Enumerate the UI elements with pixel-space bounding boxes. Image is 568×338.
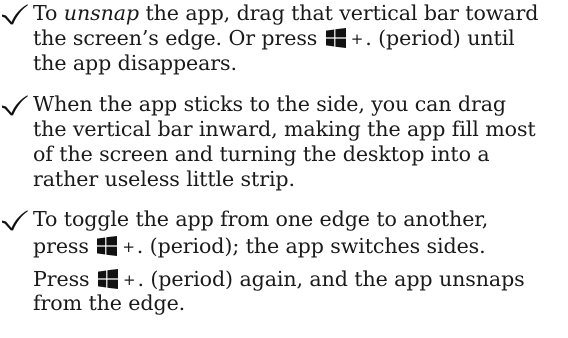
plus-sign: + [350,30,364,48]
bullet-line: the vertical bar inward, making the app … [33,117,536,141]
text-run: press [33,234,89,258]
emphasis-text: unsnap [63,1,140,25]
check-mark-icon [1,209,28,231]
bullet-line: To unsnap the app, drag that vertical ba… [33,0,538,26]
text-run: the screen’s edge. Or press [33,26,318,50]
document-page: To unsnap the app, drag that vertical ba… [0,0,568,338]
paragraph-line: from the edge. [33,291,186,315]
text-run: the app, drag that vertical bar toward [139,1,539,25]
paragraph-line: Press +. (period) again, and the app uns… [33,266,525,293]
bullet-line: When the app sticks to the side, you can… [33,92,507,116]
text-run: . (period); the app switches sides. [136,234,486,258]
windows-key-icon [98,269,118,289]
bullet-line: rather useless little strip. [33,167,295,191]
bullet-line: the app disappears. [33,50,237,76]
bullet-line: of the screen and turning the desktop in… [33,142,490,166]
check-mark-icon [1,3,28,25]
bullet-line: press +. (period); the app switches side… [33,233,486,260]
text-run: . (period) again, and the app unsnaps [137,267,525,291]
text-run: Press [33,267,90,291]
windows-key-icon [326,28,346,48]
plus-sign: + [122,271,136,289]
check-mark-icon [1,94,28,116]
text-run: the app disappears. [33,51,237,75]
bullet-line: To toggle the app from one edge to anoth… [33,207,489,231]
text-run: To [33,1,64,25]
text-run: . (period) until [365,26,515,50]
bullet-line: the screen’s edge. Or press +. (period) … [33,25,515,52]
windows-key-icon [97,236,117,256]
plus-sign: + [122,238,135,256]
